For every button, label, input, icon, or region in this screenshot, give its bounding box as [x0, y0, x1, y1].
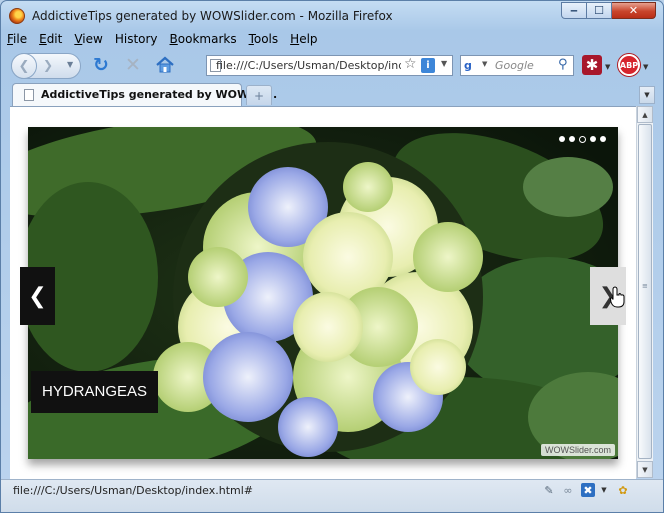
reload-button[interactable]: ↻ — [93, 54, 109, 76]
wowslider-watermark-link[interactable]: WOWSlider.com — [540, 444, 615, 456]
browser-window: AddictiveTips generated by WOWSlider.com… — [0, 0, 664, 513]
menu-history[interactable]: History — [115, 32, 158, 50]
title-bar[interactable]: AddictiveTips generated by WOWSlider.com… — [1, 1, 663, 31]
bookmark-star-icon[interactable]: ☆ — [404, 56, 417, 72]
search-input[interactable]: Google — [495, 59, 534, 72]
extension-button[interactable]: ✱ — [582, 55, 602, 75]
slide-pager — [555, 136, 606, 143]
hand-cursor-icon — [610, 286, 625, 308]
slide-dot[interactable] — [559, 136, 565, 142]
menu-file[interactable]: File — [7, 32, 27, 50]
page-content: HYDRANGEAS WOWSlider.com ❮ ❯ — [10, 106, 636, 479]
adblock-dropdown-icon[interactable]: ▼ — [643, 63, 648, 71]
maximize-button[interactable]: ☐ — [587, 2, 612, 19]
status-bar: file:///C:/Users/Usman/Desktop/index.htm… — [1, 479, 663, 512]
menu-help[interactable]: Help — [290, 32, 317, 50]
menu-bar: File Edit View History Bookmarks Tools H… — [7, 32, 330, 50]
address-bar[interactable]: file:///C:/Users/Usman/Desktop/index ☆ i… — [206, 55, 453, 76]
tab-page-icon — [24, 89, 34, 101]
firefox-logo-icon — [9, 8, 25, 24]
broom-addon-icon[interactable]: ✿ — [616, 483, 630, 497]
forward-button[interactable]: ❯ — [43, 58, 53, 72]
back-forward-group: ❮ ❯ ▼ — [11, 53, 81, 79]
home-button[interactable] — [155, 55, 175, 75]
edit-addon-icon[interactable]: ✎ — [542, 483, 556, 497]
tab-title: AddictiveTips generated by WOWSli... — [41, 88, 278, 101]
google-engine-icon[interactable]: g — [464, 59, 478, 72]
extension-dropdown-icon[interactable]: ▼ — [605, 63, 610, 71]
status-text: file:///C:/Users/Usman/Desktop/index.htm… — [13, 484, 254, 497]
stop-button[interactable]: ✕ — [125, 54, 141, 76]
tools-addon-icon[interactable]: ✖ — [581, 483, 595, 497]
site-info-icon[interactable]: i — [421, 58, 435, 73]
scroll-thumb[interactable]: ≡ — [638, 124, 652, 459]
menu-edit[interactable]: Edit — [39, 32, 62, 50]
image-slider: HYDRANGEAS WOWSlider.com — [28, 127, 618, 459]
tab-list-button[interactable]: ▼ — [639, 86, 655, 104]
scroll-grip-icon: ≡ — [642, 282, 648, 290]
new-tab-button[interactable]: + — [246, 85, 272, 105]
search-engine-dropdown-icon[interactable]: ▼ — [482, 60, 487, 68]
vertical-scrollbar[interactable]: ▲ ≡ ▼ — [636, 106, 653, 478]
scroll-down-button[interactable]: ▼ — [637, 461, 653, 478]
history-dropdown-icon[interactable]: ▼ — [67, 60, 73, 69]
tab-strip: AddictiveTips generated by WOWSli... + ▼ — [1, 82, 663, 106]
search-icon[interactable]: ⚲ — [558, 57, 568, 72]
slide-dot[interactable] — [569, 136, 575, 142]
back-arrow-icon: ❮ — [18, 58, 30, 74]
adblock-plus-button[interactable]: ABP — [618, 54, 640, 76]
tab-addictivetips[interactable]: AddictiveTips generated by WOWSli... — [12, 83, 277, 106]
menu-tools[interactable]: Tools — [249, 32, 279, 50]
window-title: AddictiveTips generated by WOWSlider.com… — [32, 9, 393, 23]
back-button[interactable]: ❮ — [11, 53, 37, 79]
slide-dot[interactable] — [590, 136, 596, 142]
home-icon — [156, 56, 174, 73]
navigation-toolbar: ❮ ❯ ▼ ↻ ✕ file:///C:/Users/Usman/Desktop… — [1, 51, 663, 81]
minimize-button[interactable]: ‒ — [561, 2, 587, 19]
tools-addon-dropdown-icon[interactable]: ▼ — [597, 483, 611, 497]
window-controls: ‒ ☐ ✕ — [561, 2, 656, 19]
slide-dot[interactable] — [600, 136, 606, 142]
address-dropdown-icon[interactable]: ▼ — [441, 59, 447, 68]
close-button[interactable]: ✕ — [612, 2, 656, 19]
menu-view[interactable]: View — [74, 32, 102, 50]
slide-dot-active[interactable] — [579, 136, 586, 143]
infinity-addon-icon[interactable]: ∞ — [561, 483, 575, 497]
search-bar[interactable]: g ▼ Google ⚲ — [460, 55, 574, 76]
slide-caption: HYDRANGEAS — [31, 371, 159, 413]
menu-bookmarks[interactable]: Bookmarks — [170, 32, 237, 50]
slider-prev-button[interactable]: ❮ — [20, 267, 55, 325]
address-text[interactable]: file:///C:/Users/Usman/Desktop/index — [216, 59, 401, 72]
scroll-up-button[interactable]: ▲ — [637, 106, 653, 123]
